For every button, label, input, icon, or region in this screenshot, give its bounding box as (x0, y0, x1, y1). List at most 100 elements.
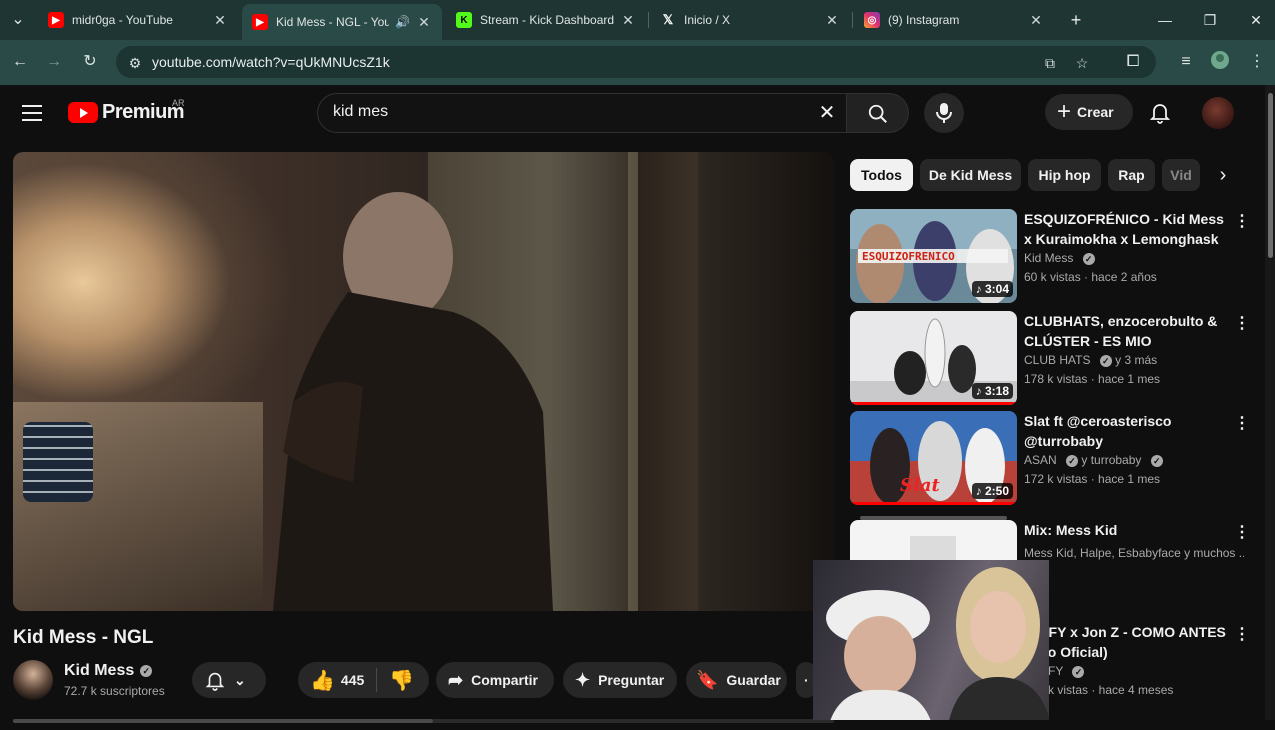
verified-check-icon: ✓ (1150, 455, 1163, 467)
site-settings-icon[interactable]: ⚙ (126, 54, 144, 72)
share-button[interactable]: ➦ Compartir (436, 662, 554, 698)
tab-kick-dashboard[interactable]: K Stream - Kick Dashboard ✕ (446, 6, 646, 34)
clear-search-icon[interactable]: ✕ (814, 100, 840, 126)
extensions-icon[interactable]: ⧠ (1121, 50, 1145, 74)
search-icon (868, 104, 887, 123)
save-button[interactable]: 🔖 Guardar (686, 662, 787, 698)
chip-videos[interactable]: Vid (1162, 159, 1200, 191)
watched-progress-bar (850, 402, 1017, 405)
close-tab-icon[interactable]: ✕ (824, 12, 840, 29)
kick-favicon-icon: K (456, 12, 472, 28)
video-frame-doorframe (638, 152, 698, 611)
recommendation-title[interactable]: Slat ft @ceroasterisco @turrobaby (1024, 411, 1224, 451)
svg-text:Slat: Slat (900, 475, 941, 496)
more-options-icon[interactable]: ⋮ (1234, 213, 1250, 231)
video-title: Kid Mess - NGL (13, 627, 154, 648)
account-avatar[interactable] (1202, 97, 1234, 129)
media-controls-icon[interactable]: ≡ (1174, 50, 1198, 74)
duration-badge: ♪ 2:50 (971, 483, 1013, 499)
ask-button[interactable]: ✦ Preguntar (563, 662, 677, 698)
duration-badge: ♪ 3:18 (971, 383, 1013, 399)
recommendation-item[interactable]: ESQUIZOFRENICO ♪ 3:04 ESQUIZOFRÉNICO - K… (850, 209, 1250, 303)
tab-kid-mess-ngl[interactable]: ▶ Kid Mess - NGL - YouTube 🔊 ✕ (242, 4, 442, 40)
forward-arrow-icon[interactable]: → (42, 50, 66, 74)
dislike-thumb-icon[interactable]: 👎 (389, 668, 414, 693)
channel-name-text: Kid Mess (64, 662, 135, 679)
browser-menu-icon[interactable]: ⋮ (1245, 50, 1269, 74)
recommendation-channel[interactable]: Mess Kid, Halpe, Esbabyface y muchos ... (1024, 546, 1244, 560)
more-options-icon[interactable]: ⋮ (1234, 626, 1250, 644)
recommendation-title[interactable]: CLUBHATS, enzocerobulto & CLÚSTER - ES M… (1024, 311, 1224, 351)
recommendation-channel[interactable]: FY ✓ (1048, 664, 1085, 678)
close-tab-icon[interactable]: ✕ (1028, 12, 1044, 29)
subscription-bell-button[interactable]: ⌄ (192, 662, 266, 698)
bell-icon (205, 672, 225, 691)
search-input[interactable] (333, 103, 793, 121)
url-text[interactable]: youtube.com/watch?v=qUkMNUcsZ1k (152, 54, 390, 70)
youtube-premium-logo[interactable]: Premium AR (68, 98, 185, 124)
address-bar[interactable]: ⚙ youtube.com/watch?v=qUkMNUcsZ1k ⧉ ☆ (116, 46, 1156, 78)
like-dislike-group: 👍 445 👎 (298, 662, 429, 698)
tab-midr0ga[interactable]: ▶ midr0ga - YouTube ✕ (38, 6, 238, 34)
video-player[interactable] (13, 152, 834, 611)
recommendation-title[interactable]: Mix: Mess Kid (1024, 520, 1224, 540)
new-tab-button[interactable]: + (1061, 8, 1091, 32)
notifications-bell-icon[interactable] (1148, 100, 1172, 124)
back-arrow-icon[interactable]: ← (8, 50, 32, 74)
like-thumb-icon[interactable]: 👍 (310, 668, 335, 693)
close-tab-icon[interactable]: ✕ (416, 14, 432, 31)
tab-instagram[interactable]: ◎ (9) Instagram ✕ (854, 6, 1054, 34)
webcam-person-blonde (949, 567, 1049, 720)
more-options-icon[interactable]: ⋮ (1234, 524, 1250, 542)
install-app-icon[interactable]: ⧉ (1041, 54, 1059, 72)
restore-window-icon[interactable]: ❐ (1195, 8, 1225, 32)
audio-playing-icon[interactable]: 🔊 (395, 15, 410, 29)
recommendation-title[interactable]: ESQUIZOFRÉNICO - Kid Mess x Kuraimokha x… (1024, 209, 1224, 249)
tab-x-inicio[interactable]: 𝕏 Inicio / X ✕ (650, 6, 850, 34)
close-window-icon[interactable]: ✕ (1241, 8, 1271, 32)
recommendation-thumbnail[interactable]: ESQUIZOFRENICO ♪ 3:04 (850, 209, 1017, 303)
recommendation-channel[interactable]: Kid Mess ✓ (1024, 251, 1095, 265)
search-box: ✕ (317, 93, 847, 133)
divider (376, 668, 378, 692)
chip-rap[interactable]: Rap (1108, 159, 1155, 191)
chip-hip-hop[interactable]: Hip hop (1028, 159, 1101, 191)
search-button[interactable] (847, 93, 909, 133)
browser-tabstrip: ⌄ ▶ midr0ga - YouTube ✕ ▶ Kid Mess - NGL… (0, 0, 1275, 40)
recommendation-thumbnail[interactable]: Slat ♪ 2:50 (850, 411, 1017, 505)
chip-de-kid-mess[interactable]: De Kid Mess (920, 159, 1021, 191)
minimize-window-icon[interactable]: — (1150, 8, 1180, 32)
recommendation-item[interactable]: ♪ 3:18 CLUBHATS, enzocerobulto & CLÚSTER… (850, 311, 1250, 405)
recommendation-item[interactable]: Slat ♪ 2:50 Slat ft @ceroasterisco @turr… (850, 411, 1250, 505)
page-scrollbar[interactable] (1265, 85, 1275, 720)
verified-check-icon: ✓ (1082, 253, 1095, 265)
tab-search-chevron-icon[interactable]: ⌄ (6, 8, 30, 32)
scrollbar-thumb[interactable] (1268, 93, 1273, 258)
tab-separator (648, 12, 649, 28)
recommendation-thumbnail[interactable]: ♪ 3:18 (850, 311, 1017, 405)
title-line-1: FFY x Jon Z - COMO ANTES (1040, 624, 1226, 640)
verified-check-icon: ✓ (1066, 455, 1079, 467)
close-tab-icon[interactable]: ✕ (620, 12, 636, 29)
channel-name[interactable]: Kid Mess ✓ (64, 662, 153, 680)
chevron-right-icon[interactable]: › (1210, 162, 1236, 188)
more-options-icon[interactable]: ⋮ (1234, 315, 1250, 333)
like-count[interactable]: 445 (341, 672, 364, 688)
voice-search-button[interactable] (924, 93, 964, 133)
menu-hamburger-icon[interactable] (22, 105, 42, 121)
close-tab-icon[interactable]: ✕ (212, 12, 228, 29)
channel-avatar[interactable] (13, 660, 53, 700)
more-dots-icon: · (804, 672, 809, 688)
horizontal-scrollbar[interactable] (13, 712, 834, 723)
recommendation-channel[interactable]: ASAN ✓ y turrobaby ✓ (1024, 453, 1163, 467)
duration-badge: ♪ 3:04 (971, 281, 1013, 297)
verified-check-icon: ✓ (140, 665, 153, 677)
profile-icon[interactable] (1208, 50, 1232, 74)
reload-icon[interactable]: ↻ (78, 50, 102, 74)
recommendation-channel[interactable]: CLUB HATS ✓ y 3 más (1024, 353, 1157, 367)
more-options-icon[interactable]: ⋮ (1234, 415, 1250, 433)
recommendation-title[interactable]: FFY x Jon Z - COMO ANTES eo Oficial) (1040, 622, 1230, 662)
create-button[interactable]: + Crear (1045, 94, 1133, 130)
bookmark-star-icon[interactable]: ☆ (1073, 54, 1091, 72)
chip-todos[interactable]: Todos (850, 159, 913, 191)
